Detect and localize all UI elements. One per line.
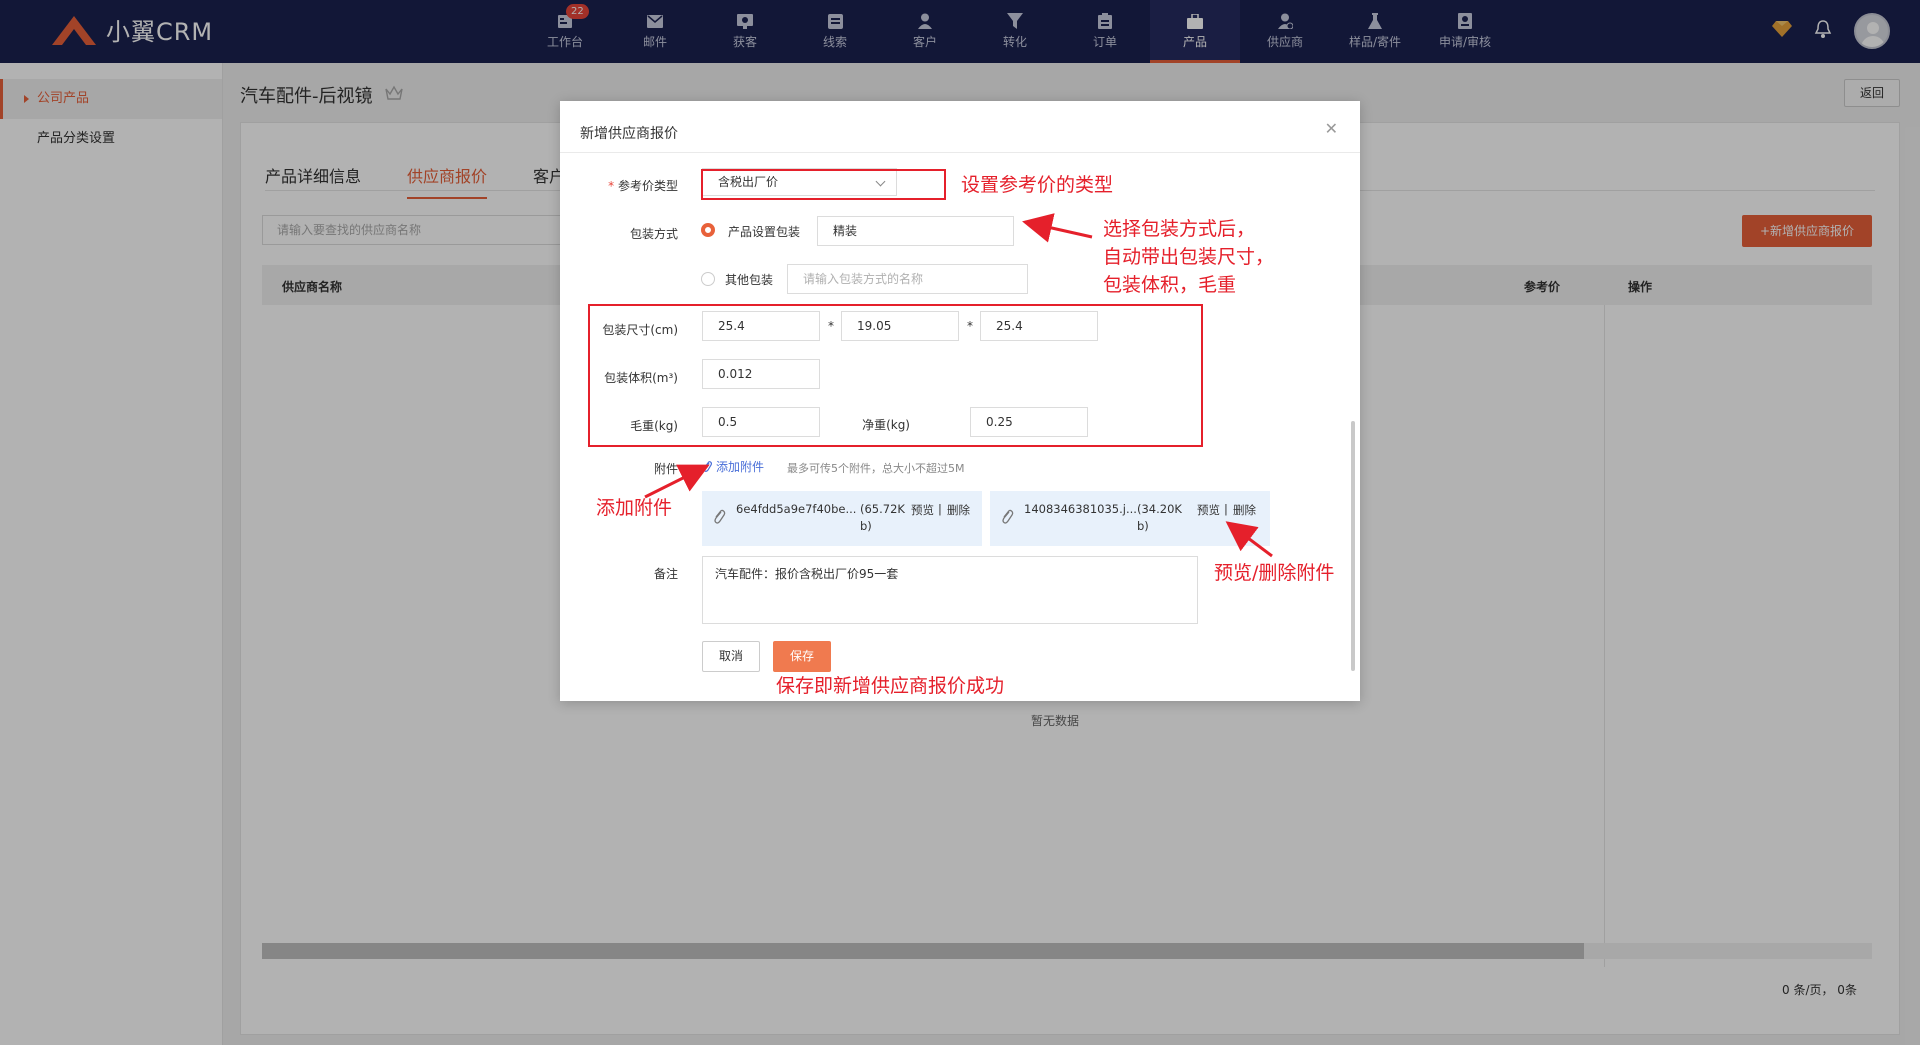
annotation-packing-line-2: 自动带出包装尺寸， <box>1103 246 1275 268</box>
annotation-save: 保存即新增供应商报价成功 <box>776 675 1005 697</box>
annotation-attach: 添加附件 <box>596 497 673 519</box>
annotation-packing-line-3: 包装体积，毛重 <box>1103 274 1237 296</box>
annotation-preview-delete: 预览/删除附件 <box>1214 562 1335 584</box>
annotation-arrows <box>644 213 1273 558</box>
annotation-ref-type: 设置参考价的类型 <box>961 174 1114 196</box>
annotation-packing-line-1: 选择包装方式后， <box>1103 218 1256 240</box>
